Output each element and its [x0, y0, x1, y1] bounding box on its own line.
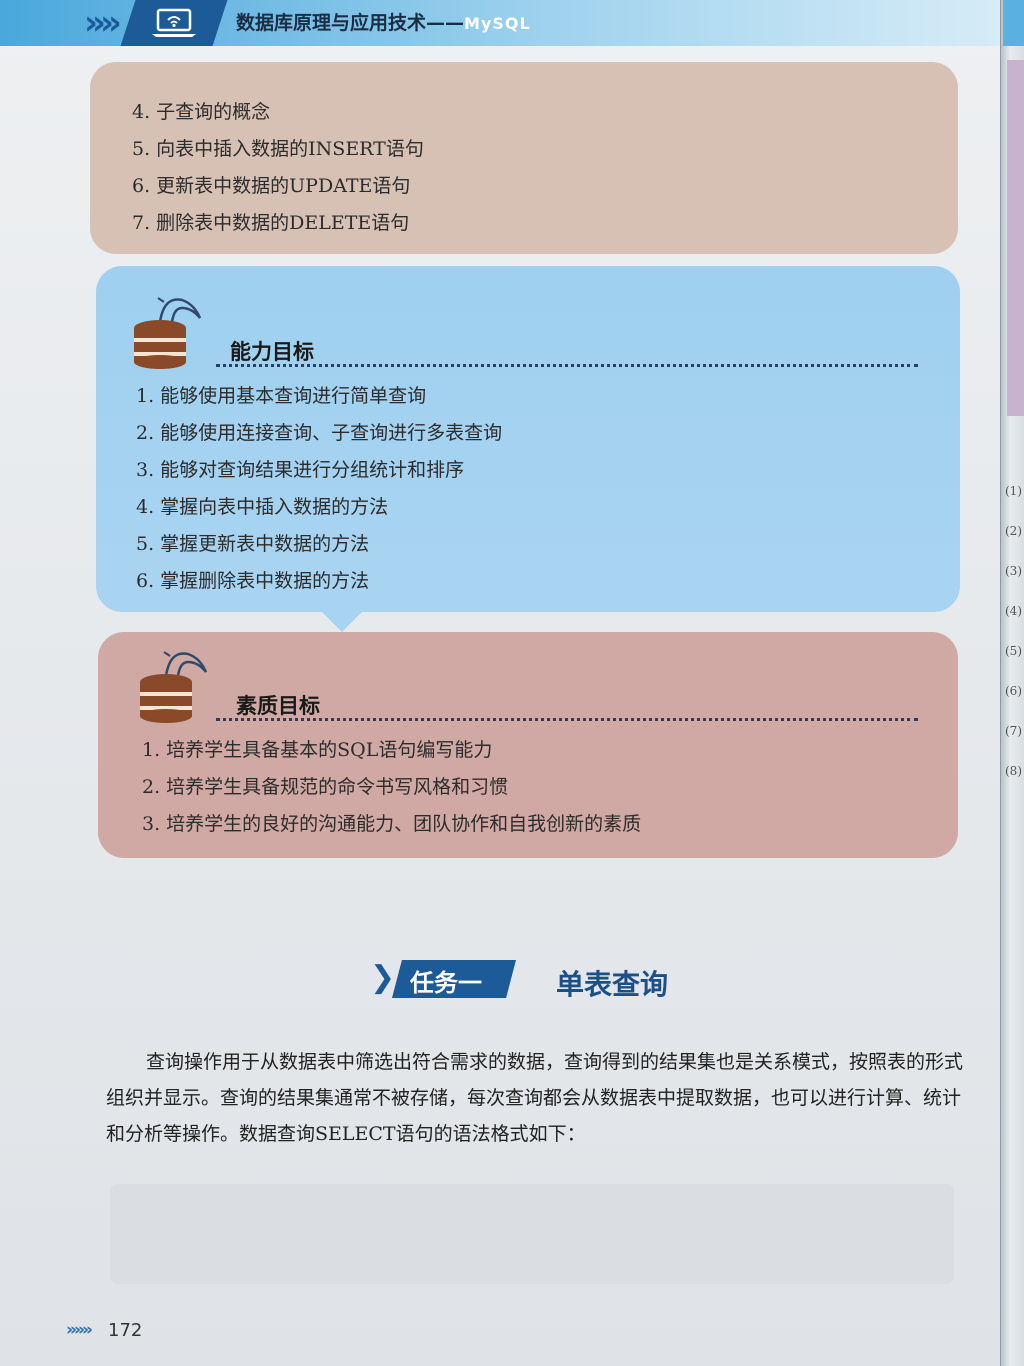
list-item: 6. 掌握删除表中数据的方法	[136, 570, 370, 592]
list-item: 5. 向表中插入数据的INSERT语句	[132, 138, 424, 160]
next-page-fragment: (5)	[1005, 644, 1022, 658]
header-chevrons-icon: »»	[84, 3, 122, 43]
syntax-box	[110, 1184, 954, 1284]
task-chevron-icon: ❯	[370, 960, 396, 995]
next-page-fragment: (4)	[1005, 604, 1022, 618]
next-page-fragment: (7)	[1005, 724, 1022, 738]
list-item: 2. 培养学生具备规范的命令书写风格和习惯	[142, 776, 509, 798]
book-page: »» 数据库原理与应用技术——MySQL 4. 子查询的概念 5. 向表中插入数…	[0, 0, 1000, 1366]
footer-chevrons-icon: »»»	[66, 1320, 93, 1340]
header-title: 数据库原理与应用技术——MySQL	[236, 8, 531, 35]
list-item: 3. 能够对查询结果进行分组统计和排序	[136, 459, 465, 481]
header-title-text: 数据库原理与应用技术——	[236, 12, 465, 34]
ability-heading: 能力目标	[230, 340, 314, 364]
quality-divider	[216, 718, 918, 721]
next-page-panel	[1007, 60, 1024, 416]
database-dolphin-icon	[140, 651, 208, 723]
next-page-fragment: (6)	[1005, 684, 1022, 698]
list-item: 2. 能够使用连接查询、子查询进行多表查询	[136, 422, 503, 444]
quality-objectives-list: 1. 培养学生具备基本的SQL语句编写能力 2. 培养学生具备规范的命令书写风格…	[142, 732, 641, 843]
list-item: 1. 能够使用基本查询进行简单查询	[136, 385, 427, 407]
list-item: 1. 培养学生具备基本的SQL语句编写能力	[142, 739, 493, 761]
ability-panel-pointer	[320, 610, 364, 632]
knowledge-objectives-list: 4. 子查询的概念 5. 向表中插入数据的INSERT语句 6. 更新表中数据的…	[132, 94, 424, 242]
header-title-mysql: MySQL	[464, 14, 531, 33]
ability-objectives-list: 1. 能够使用基本查询进行简单查询 2. 能够使用连接查询、子查询进行多表查询 …	[136, 378, 502, 600]
list-item: 5. 掌握更新表中数据的方法	[136, 533, 370, 555]
list-item: 3. 培养学生的良好的沟通能力、团队协作和自我创新的素质	[142, 813, 642, 835]
list-item: 6. 更新表中数据的UPDATE语句	[132, 175, 411, 197]
page-number: 172	[108, 1320, 143, 1341]
laptop-icon	[152, 8, 196, 37]
next-page-fragment: (3)	[1005, 564, 1022, 578]
task-title: 单表查询	[556, 968, 669, 1001]
quality-heading: 素质目标	[236, 694, 320, 718]
next-page-header-tab	[1003, 0, 1024, 46]
list-item: 7. 删除表中数据的DELETE语句	[132, 212, 410, 234]
list-item: 4. 掌握向表中插入数据的方法	[136, 496, 389, 518]
body-paragraph: 查询操作用于从数据表中筛选出符合需求的数据，查询得到的结果集也是关系模式，按照表…	[106, 1051, 964, 1145]
next-page-edge: (1) (2) (3) (4) (5) (6) (7) (8)	[1000, 0, 1024, 1366]
next-page-fragment: (1)	[1005, 484, 1022, 498]
next-page-fragment: (8)	[1005, 764, 1022, 778]
task-badge-label: 任务一	[410, 969, 482, 997]
database-dolphin-icon	[134, 297, 202, 369]
list-item: 4. 子查询的概念	[132, 101, 271, 123]
ability-divider	[216, 364, 918, 367]
next-page-fragment: (2)	[1005, 524, 1022, 538]
